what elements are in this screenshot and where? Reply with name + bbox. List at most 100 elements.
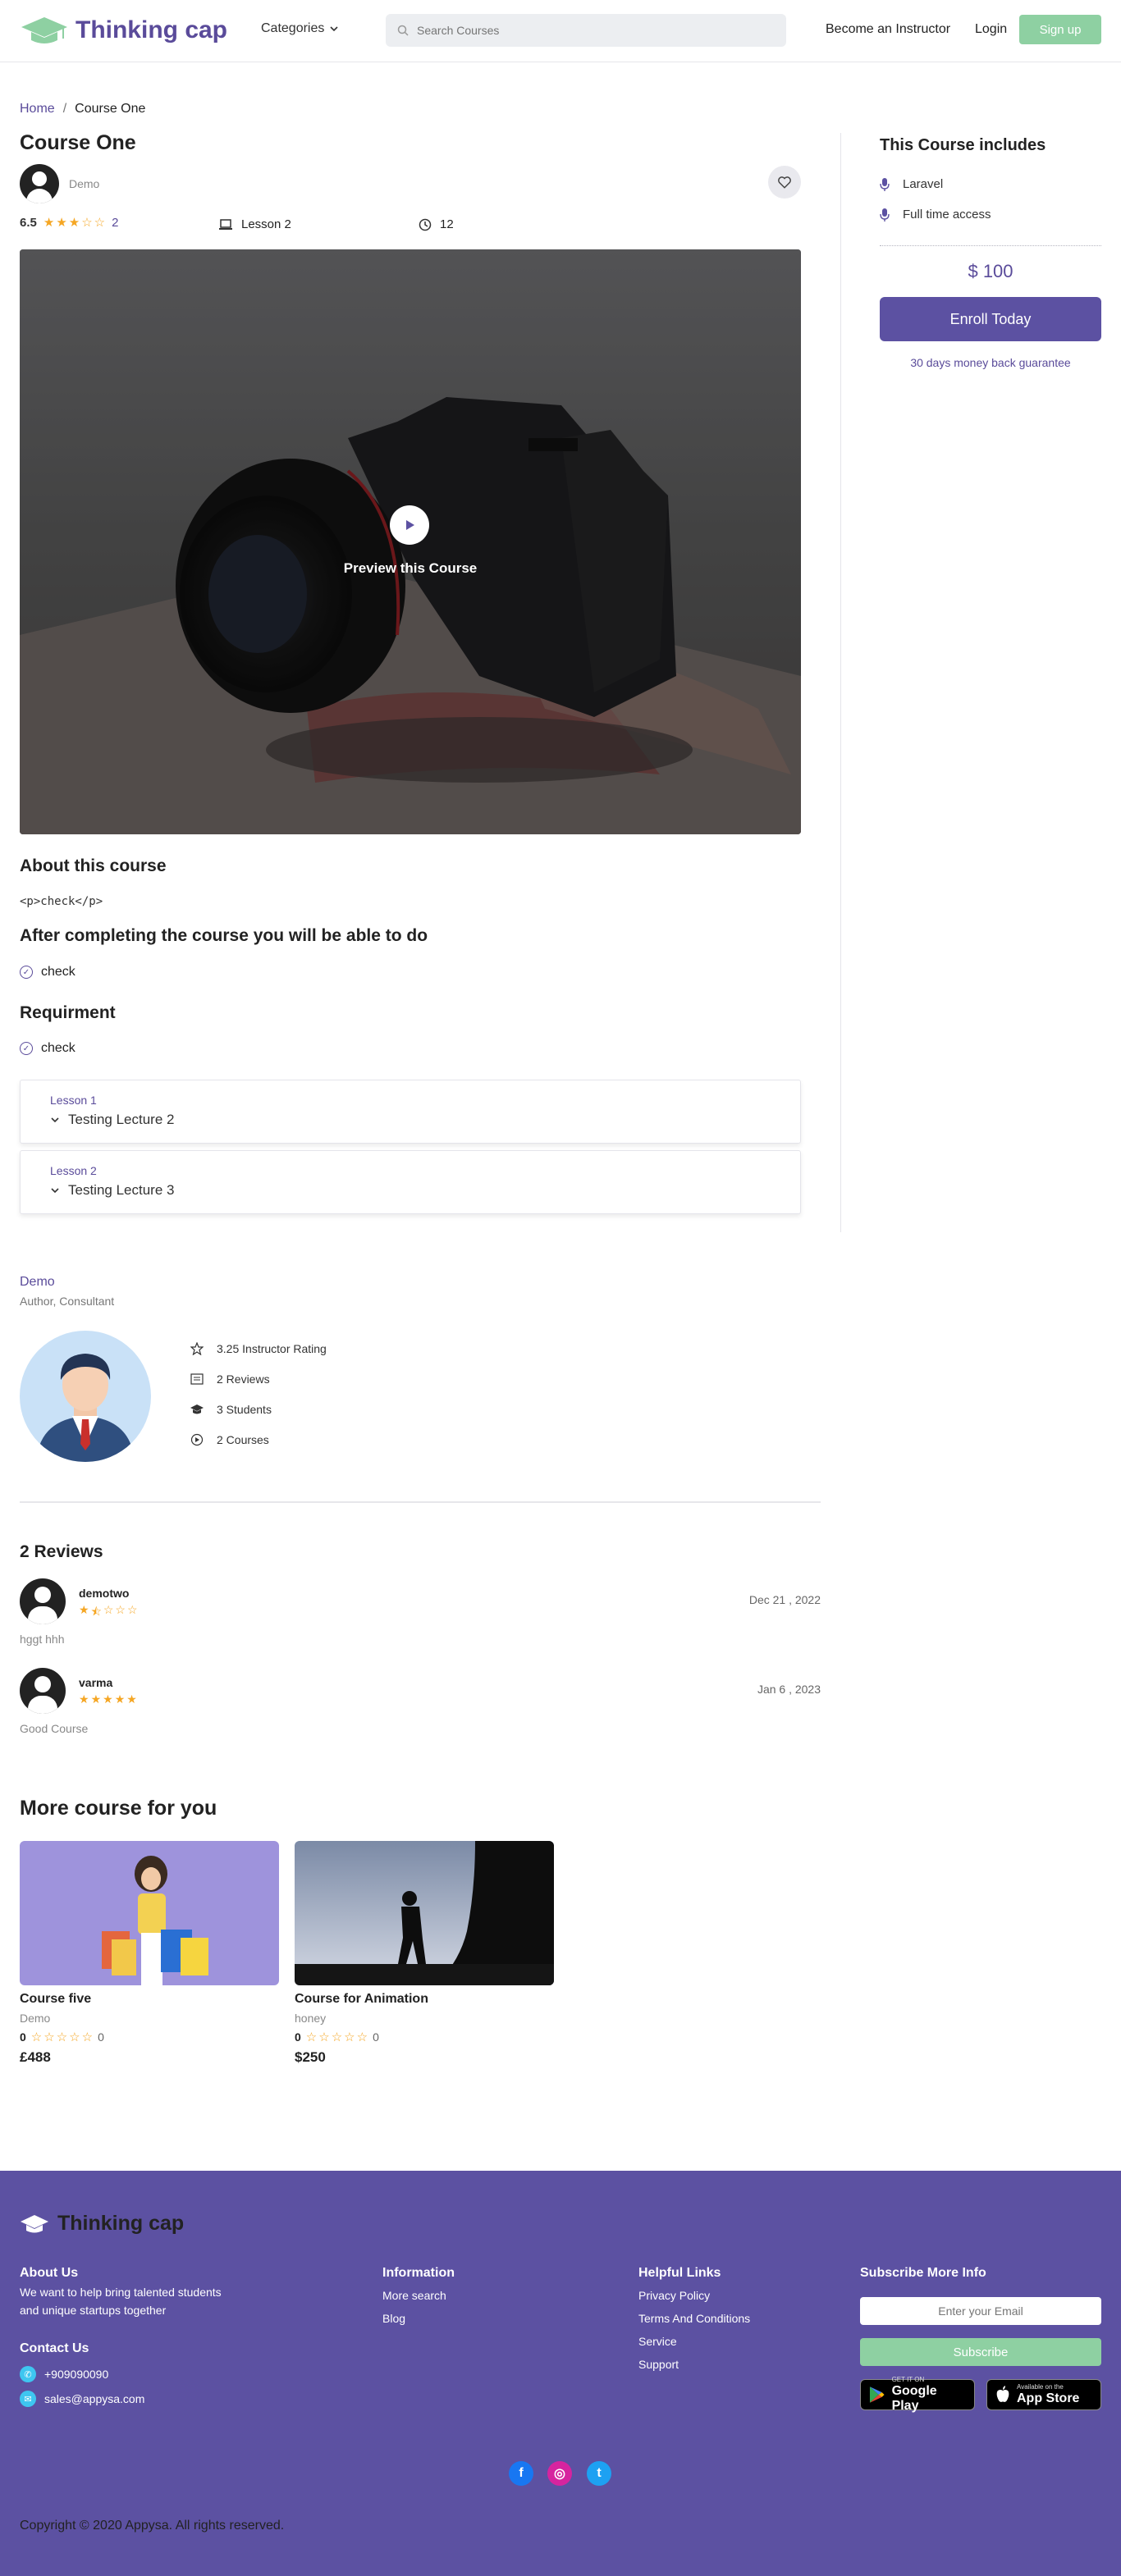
lesson-number: Lesson 1 [50, 1094, 97, 1107]
about-heading: About this course [20, 856, 167, 875]
rating-value: 6.5 [20, 215, 37, 230]
requirements-heading: Requirment [20, 1003, 116, 1022]
course-author[interactable]: Demo [20, 164, 99, 203]
store-big-text: App Store [1017, 2391, 1080, 2405]
includes-text: Laravel [903, 177, 944, 191]
divider [20, 1501, 821, 1503]
course-card-author: Demo [20, 2012, 51, 2025]
lesson-title-text: Testing Lecture 2 [68, 1112, 175, 1127]
wishlist-button[interactable] [768, 166, 801, 199]
footer-help-heading: Helpful Links [638, 2266, 721, 2280]
check-circle-icon: ✓ [20, 966, 33, 979]
rating-value: 0 [295, 2030, 301, 2044]
lesson-accordion-item[interactable]: Lesson 1 Testing Lecture 2 [20, 1080, 801, 1144]
footer-about-text: We want to help bring talented students [20, 2286, 222, 2299]
apple-icon [996, 2386, 1009, 2402]
instructor-stat: 2 Reviews [190, 1372, 270, 1386]
laptop-icon [219, 218, 232, 230]
instructor-name[interactable]: Demo [20, 1275, 55, 1290]
store-big-text: Google Play [891, 2384, 937, 2413]
course-thumbnail [20, 1841, 279, 1985]
rating-count: 0 [373, 2030, 379, 2044]
footer-link[interactable]: Privacy Policy [638, 2289, 710, 2302]
store-small-text: Available on the [1017, 2383, 1064, 2391]
rating-value: 0 [20, 2030, 26, 2044]
graduation-cap-icon [21, 2214, 48, 2232]
course-price: $ 100 [968, 261, 1013, 281]
instagram-icon[interactable]: ◎ [547, 2461, 572, 2486]
search-icon [397, 25, 409, 36]
breadcrumb-current: Course One [75, 102, 146, 116]
footer-link[interactable]: Terms And Conditions [638, 2312, 750, 2325]
includes-heading: This Course includes [880, 136, 1046, 154]
lesson-accordion-item[interactable]: Lesson 2 Testing Lecture 3 [20, 1150, 801, 1214]
enroll-button[interactable]: Enroll Today [880, 297, 1101, 341]
avatar [20, 1578, 66, 1624]
duration-value: 12 [440, 217, 454, 231]
brand-name: Thinking cap [75, 16, 228, 43]
lesson-title: Testing Lecture 3 [50, 1182, 174, 1199]
phone-icon: ✆ [20, 2366, 36, 2382]
breadcrumb-home[interactable]: Home [20, 102, 55, 116]
course-card[interactable]: Course for Animation honey 0 ☆ ☆ ☆ ☆ ☆ 0 $25… [295, 1841, 554, 2066]
footer-contact-heading: Contact Us [20, 2341, 89, 2355]
star-outline-icon [190, 1342, 204, 1355]
instructor-rating: 3.25 Instructor Rating [217, 1342, 327, 1355]
footer-phone[interactable]: ✆ +909090090 [20, 2366, 108, 2382]
about-text: <p>check</p> [20, 895, 103, 908]
rating-stars: ★ ★ ★ ☆ ☆ [43, 216, 106, 230]
footer-brand-name: Thinking cap [57, 2212, 185, 2235]
instructor-courses: 2 Courses [217, 1433, 269, 1446]
app-store-badge[interactable]: Available on the App Store [986, 2379, 1101, 2410]
instructor-reviews: 2 Reviews [217, 1372, 270, 1386]
footer-email[interactable]: ✉ sales@appysa.com [20, 2391, 144, 2407]
lesson-info: Lesson 2 [218, 217, 291, 231]
outcomes-heading: After completing the course you will be … [20, 926, 428, 945]
breadcrumb: Home / Course One [20, 102, 145, 116]
author-name: Demo [69, 177, 100, 190]
lesson-title-text: Testing Lecture 3 [68, 1182, 175, 1198]
column-divider [840, 133, 841, 1232]
search-input[interactable] [417, 24, 762, 37]
reviews-heading: 2 Reviews [20, 1542, 103, 1561]
footer-brand[interactable]: Thinking cap [20, 2212, 184, 2236]
footer-link[interactable]: Service [638, 2335, 677, 2348]
lesson-label: Lesson 2 [241, 217, 291, 231]
categories-menu[interactable]: Categories [261, 21, 339, 36]
microphone-icon [880, 208, 890, 222]
categories-label: Categories [261, 21, 325, 35]
facebook-icon[interactable]: f [509, 2461, 533, 2486]
chevron-down-icon [51, 1188, 59, 1194]
reviewer-name: varma [79, 1676, 113, 1689]
microphone-icon [880, 177, 890, 191]
course-card-rating: 0 ☆ ☆ ☆ ☆ ☆ 0 [20, 2030, 279, 2044]
footer-link[interactable]: Blog [382, 2312, 405, 2325]
phone-number: +909090090 [44, 2368, 109, 2381]
footer-link[interactable]: More search [382, 2289, 446, 2302]
duration-info: 12 [419, 217, 454, 231]
preview-label: Preview this Course [343, 560, 478, 576]
signup-button[interactable]: Sign up [1019, 15, 1101, 44]
avatar [20, 1668, 66, 1714]
course-card-title: Course five [20, 1992, 92, 2006]
google-play-badge[interactable]: GET IT ON Google Play [860, 2376, 975, 2413]
course-card[interactable]: Course five Demo 0 ☆ ☆ ☆ ☆ ☆ 0 £488 [20, 1841, 279, 2066]
reviews-count[interactable]: 2 [112, 216, 118, 230]
play-button[interactable] [390, 505, 429, 545]
includes-item: Laravel [880, 177, 943, 191]
footer-link[interactable]: Support [638, 2358, 679, 2371]
course-card-price: $250 [295, 2049, 326, 2065]
instructor-students: 3 Students [217, 1403, 272, 1416]
login-link[interactable]: Login [975, 22, 1007, 37]
become-instructor-link[interactable]: Become an Instructor [826, 22, 950, 37]
review-stars: ★ ⯪ ☆ ☆ ☆ [79, 1603, 138, 1618]
course-card-author: honey [295, 2012, 327, 2025]
twitter-icon[interactable]: t [587, 2461, 611, 2486]
subscribe-button[interactable]: Subscribe [860, 2338, 1101, 2366]
store-small-text: GET IT ON [891, 2376, 925, 2383]
chevron-down-icon [51, 1117, 59, 1123]
review-text: Good Course [20, 1722, 89, 1735]
avatar [20, 164, 59, 203]
brand-logo[interactable]: Thinking cap [20, 13, 227, 48]
subscribe-email-input[interactable] [860, 2297, 1101, 2325]
